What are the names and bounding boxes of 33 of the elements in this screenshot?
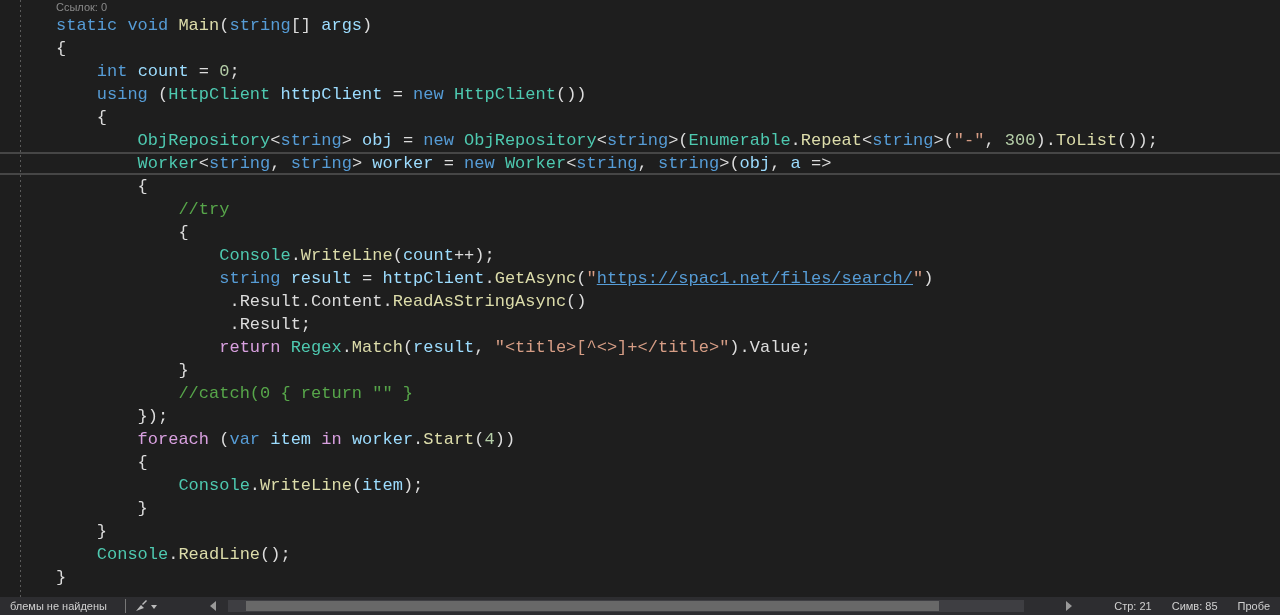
code-line: }: [95, 521, 108, 543]
code-line: string result = httpClient.GetAsync("https://spac1.net/files/search/"): [218, 268, 935, 290]
problems-status[interactable]: блемы не найдены: [0, 600, 117, 612]
code-line: int count = 0;: [95, 61, 241, 83]
line-number-status[interactable]: Стр: 21: [1104, 600, 1162, 612]
references-codelens[interactable]: Ссылок: 0: [56, 0, 108, 14]
spaces-status[interactable]: Пробе: [1227, 600, 1280, 612]
current-code-line: Worker<string, string> worker = new Worker<string, string>(obj, a =>: [0, 152, 1280, 175]
code-line: using (HttpClient httpClient = new HttpClient()): [95, 84, 588, 106]
code-line: //try: [177, 199, 231, 221]
code-line: foreach (var item in worker.Start(4)): [136, 429, 517, 451]
code-line: .Result.Content.ReadAsStringAsync(): [228, 291, 588, 313]
code-line: });: [136, 406, 170, 428]
scroll-left-icon[interactable]: [208, 601, 218, 611]
code-line: {: [95, 107, 108, 129]
code-line: }: [56, 567, 68, 589]
code-line: Console.ReadLine();: [95, 544, 292, 566]
code-line: {: [136, 452, 149, 474]
code-line: }: [136, 498, 149, 520]
code-line: ObjRepository<string> obj = new ObjRepository<string>(Enumerable.Repeat<string>("-", 300).ToList());: [136, 130, 1159, 152]
code-line: {: [56, 38, 68, 60]
column-status[interactable]: Симв: 85: [1161, 600, 1228, 612]
code-line: //catch(0 { return "" }: [177, 383, 415, 405]
horizontal-scrollbar[interactable]: [228, 600, 1025, 612]
code-line: }: [177, 360, 190, 382]
code-line: return Regex.Match(result, "<title>[^<>]+</title>").Value;: [218, 337, 812, 359]
code-line: {: [177, 222, 190, 244]
code-line: {: [136, 176, 149, 198]
code-line: Console.WriteLine(item);: [177, 475, 425, 497]
brush-icon[interactable]: [134, 600, 158, 612]
code-line: static void Main(string[] args): [56, 15, 374, 37]
code-line: Console.WriteLine(count++);: [218, 245, 496, 267]
code-line: .Result;: [228, 314, 313, 336]
